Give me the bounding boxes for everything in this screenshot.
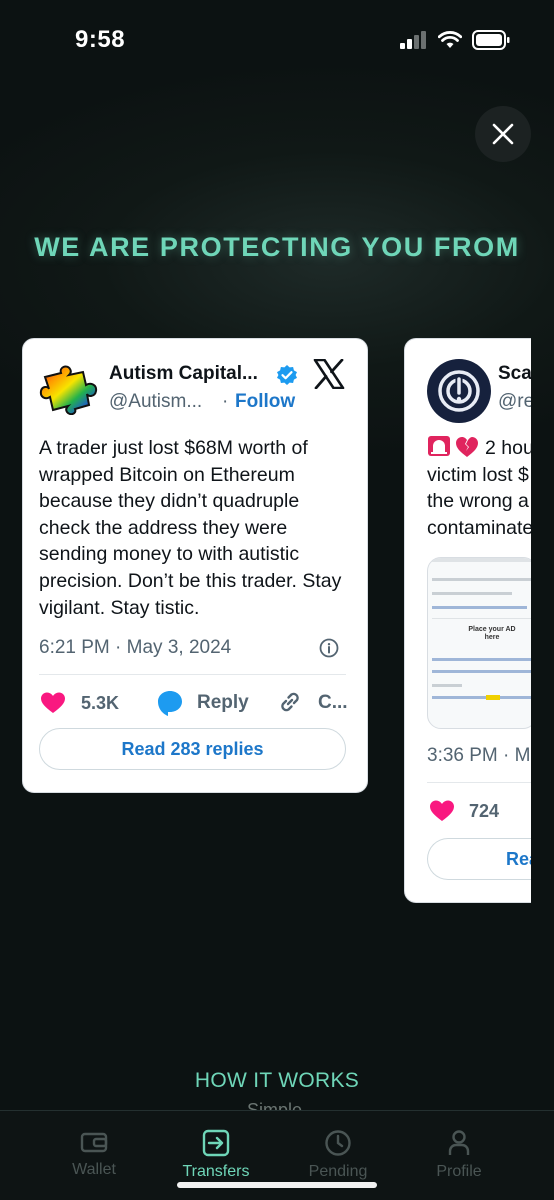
tweet-body-line: 2 hou xyxy=(485,437,531,459)
transfers-icon xyxy=(202,1129,230,1157)
broken-heart-emoji-icon xyxy=(456,437,478,457)
tab-pending[interactable]: Pending xyxy=(283,1129,393,1181)
home-indicator[interactable] xyxy=(177,1182,377,1188)
heart-icon[interactable] xyxy=(40,691,66,715)
battery-icon xyxy=(472,30,510,50)
verified-badge-icon xyxy=(277,365,297,385)
link-icon[interactable] xyxy=(277,689,303,715)
headline: WE ARE PROTECTING YOU FROM xyxy=(34,232,520,262)
tweet-body-line: contaminate xyxy=(427,516,531,539)
how-it-works-subtext: Simple xyxy=(247,1100,303,1110)
tab-label: Pending xyxy=(308,1163,368,1180)
like-count: 5.3K xyxy=(81,693,120,713)
info-icon[interactable] xyxy=(319,638,339,658)
reply-label[interactable]: Reply xyxy=(197,692,249,714)
heart-icon[interactable] xyxy=(429,799,455,823)
divider xyxy=(39,674,346,675)
tweet-timestamp[interactable]: 6:21 PM · May 3, 2024 xyxy=(39,637,231,659)
tab-label: Transfers xyxy=(182,1163,250,1180)
separator-dot: · xyxy=(222,391,229,412)
reply-bubble-icon[interactable] xyxy=(156,689,184,717)
tweet-handle[interactable]: @re xyxy=(498,391,531,413)
tweet-body-line: the wrong a xyxy=(427,490,529,513)
tweet-card[interactable]: Sca @re 2 hou victim lost $ the wrong a … xyxy=(404,338,531,903)
clock-icon xyxy=(325,1130,351,1156)
x-logo-icon[interactable] xyxy=(313,359,345,389)
ad-placeholder-text: Place your AD here xyxy=(468,626,516,641)
tab-profile[interactable]: Profile xyxy=(404,1129,514,1181)
tweet-card[interactable]: Autism Capital... @Autism... · Follow A … xyxy=(22,338,368,793)
signal-icon xyxy=(400,31,426,49)
tab-label: Profile xyxy=(436,1163,482,1180)
tweet-author-name[interactable]: Sca xyxy=(498,363,531,385)
tweet-timestamp[interactable]: 3:36 PM · M xyxy=(427,745,530,767)
tweet-handle[interactable]: @Autism... xyxy=(109,391,202,413)
copy-link-label[interactable]: C... xyxy=(318,692,348,714)
tab-wallet[interactable]: Wallet xyxy=(39,1129,149,1179)
tab-transfers[interactable]: Transfers xyxy=(161,1129,271,1181)
tweet-body-line: victim lost $ xyxy=(427,463,529,486)
status-icons xyxy=(400,30,510,50)
divider xyxy=(427,782,531,783)
follow-link[interactable]: Follow xyxy=(235,391,295,413)
like-count: 724 xyxy=(469,801,500,821)
wifi-icon xyxy=(438,31,462,48)
tab-label: Wallet xyxy=(72,1161,116,1178)
close-icon xyxy=(492,123,514,145)
status-time: 9:58 xyxy=(75,26,126,53)
puzzle-avatar-icon xyxy=(39,365,98,415)
wallet-icon xyxy=(80,1132,108,1153)
how-it-works-heading: HOW IT WORKS xyxy=(194,1069,360,1092)
profile-icon xyxy=(448,1130,470,1155)
read-replies-button[interactable]: Rea xyxy=(427,838,531,880)
tweet-author-name[interactable]: Autism Capital... xyxy=(109,363,258,385)
tweet-image[interactable]: Place your AD here xyxy=(427,557,531,729)
tweet-body: A trader just lost $68M worth of wrapped… xyxy=(39,437,342,619)
read-replies-button[interactable]: Read 283 replies xyxy=(39,728,346,770)
siren-emoji-icon xyxy=(428,436,450,456)
close-button[interactable] xyxy=(475,106,531,162)
avatar xyxy=(427,359,491,423)
